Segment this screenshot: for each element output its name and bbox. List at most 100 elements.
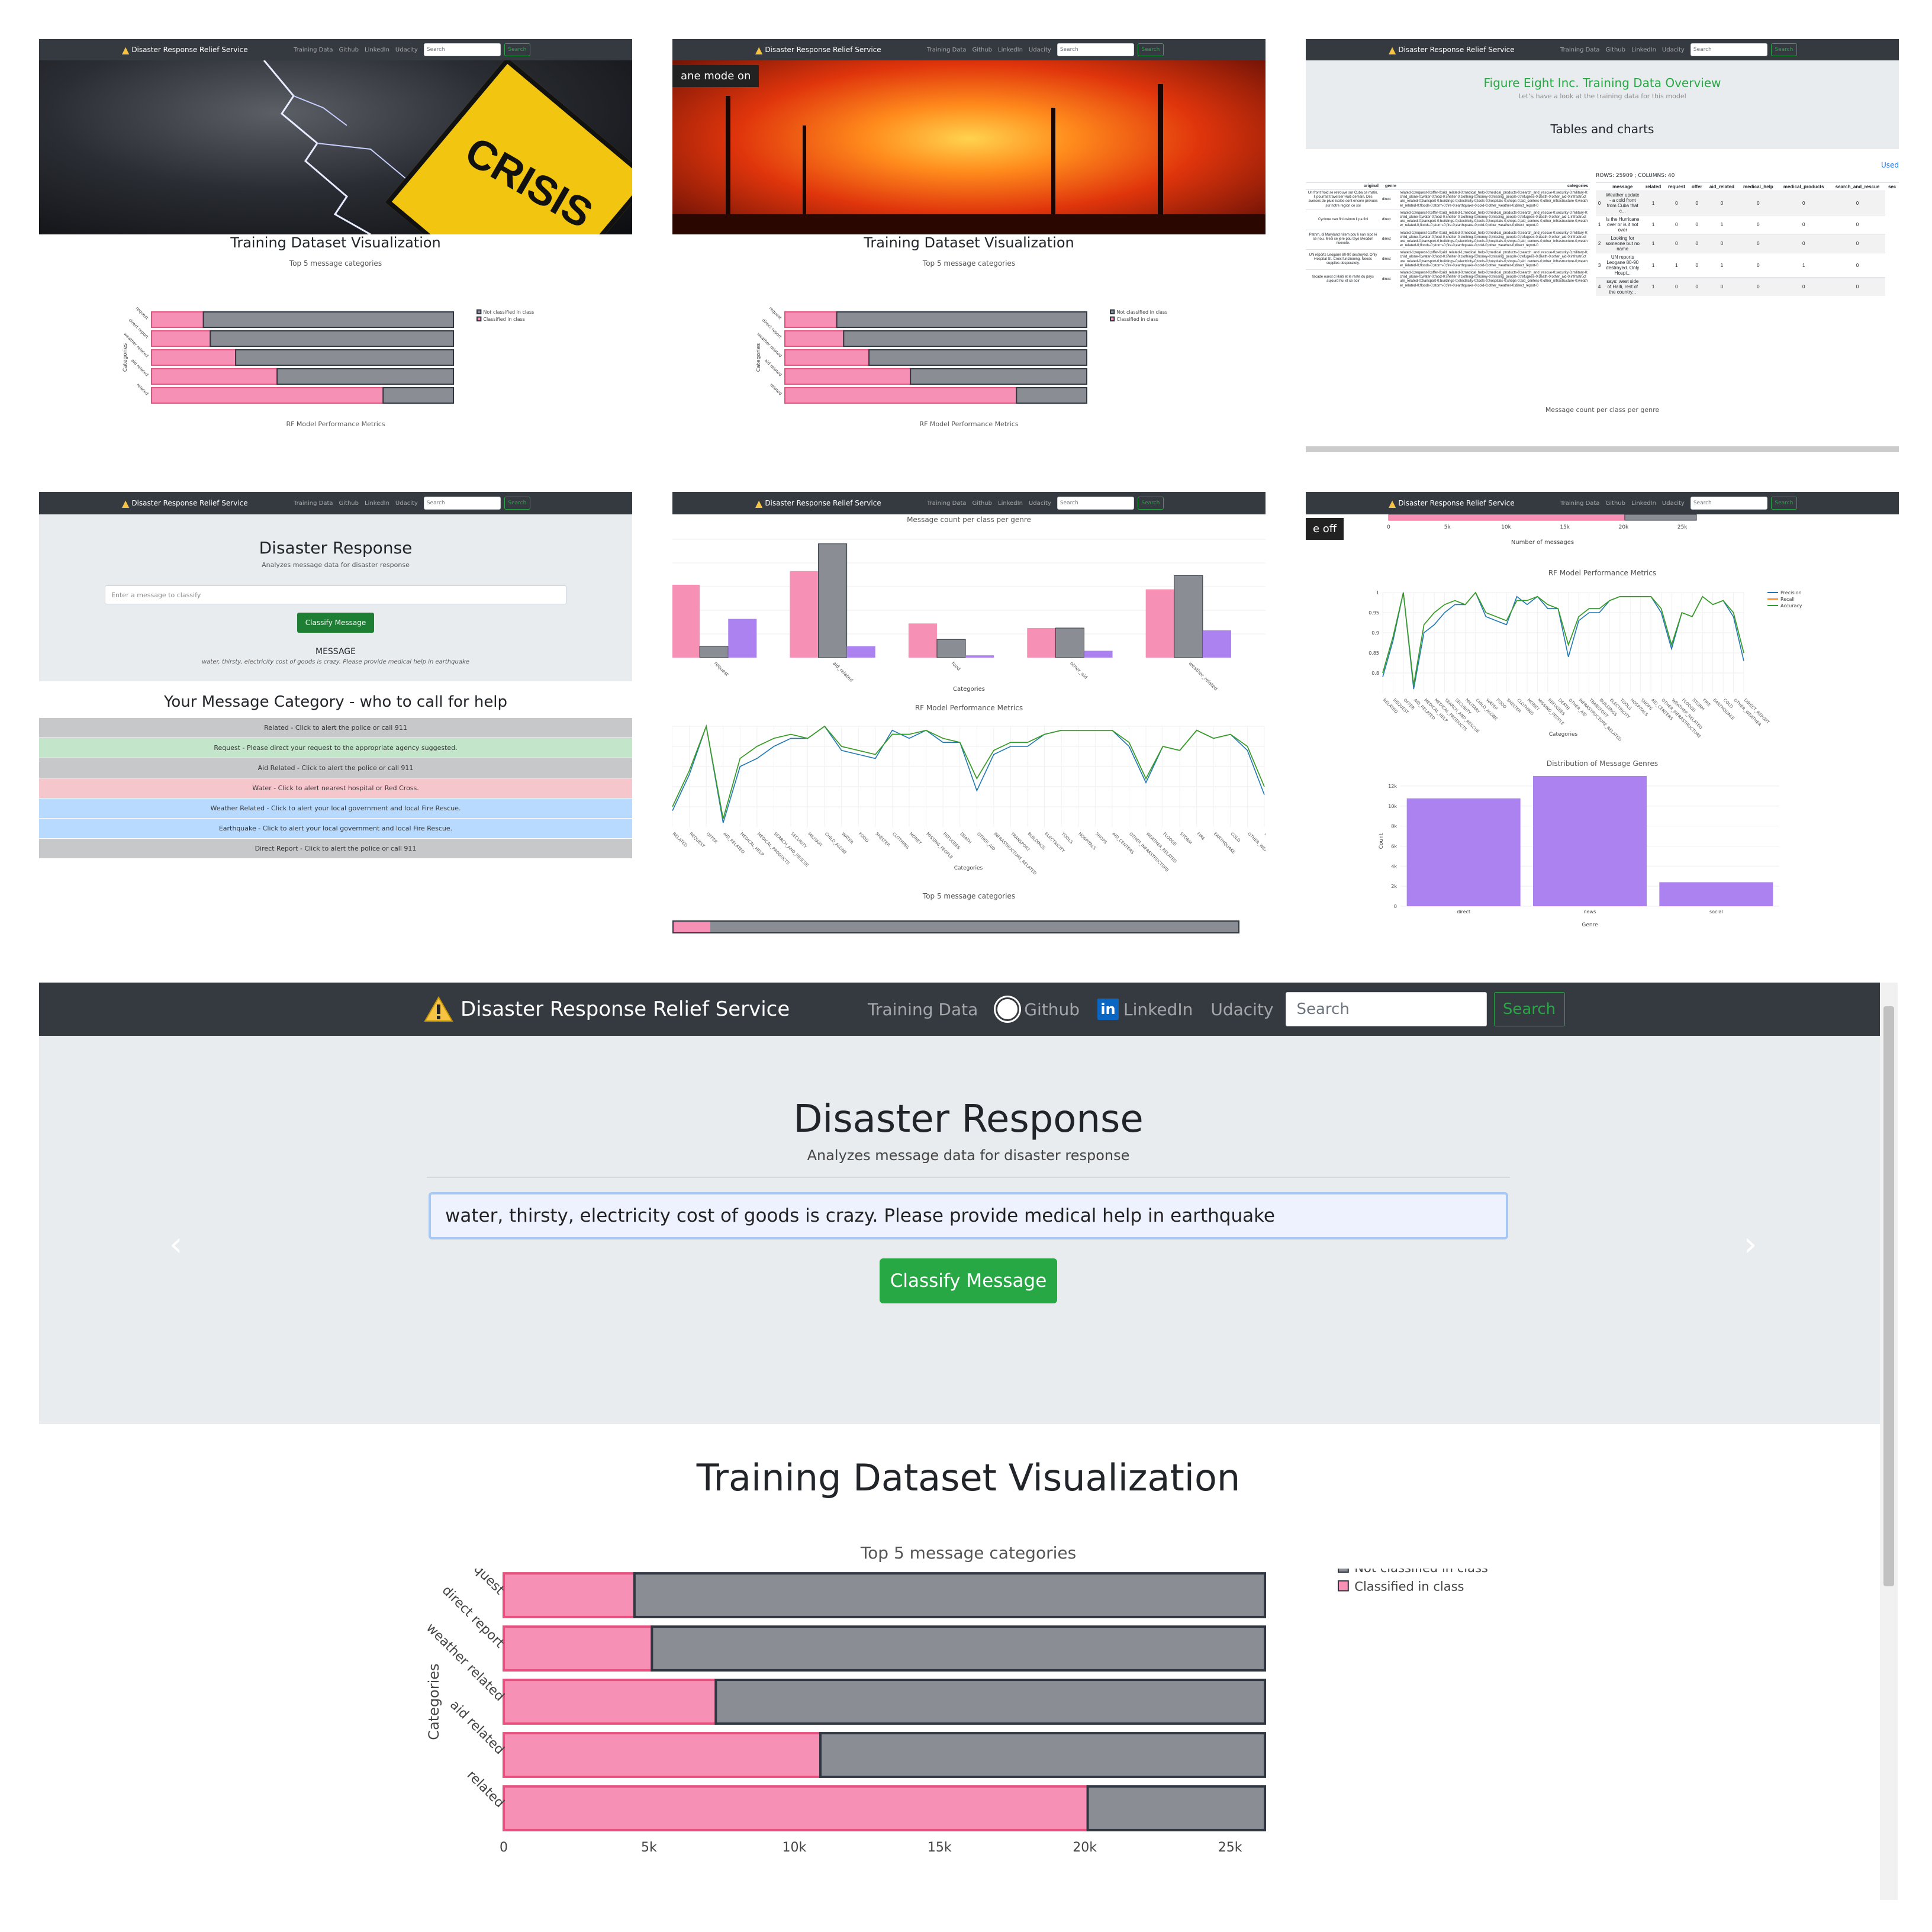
nav-training-data[interactable]: Training Data (294, 47, 333, 53)
bar-classified (151, 368, 278, 385)
navbar-brand[interactable]: ▲ Disaster Response Relief Service (1389, 492, 1515, 514)
search-button[interactable]: Search (1770, 497, 1797, 510)
category-alert-row[interactable]: Request - Please direct your request to … (39, 738, 632, 758)
tables-title: Tables and charts (1550, 122, 1654, 136)
category-alert-row[interactable]: Direct Report - Click to alert the polic… (39, 839, 632, 859)
category-alert-row[interactable]: Weather Related - Click to alert your lo… (39, 798, 632, 819)
nav-linkedin[interactable]: LinkedIn (998, 500, 1023, 507)
search-button[interactable]: Search (1137, 43, 1164, 56)
legend-label: Classified in class (1354, 1580, 1464, 1594)
message-input[interactable]: water, thirsty, electricity cost of good… (429, 1192, 1508, 1239)
nav-github[interactable]: Github (973, 500, 992, 507)
navbar-brand[interactable]: ▲ Disaster Response Relief Service (122, 39, 248, 60)
table-cell: 0 (1778, 277, 1830, 296)
nav-training-data[interactable]: Training Data (927, 47, 967, 53)
nav-udacity[interactable]: Udacity (1029, 500, 1051, 507)
nav-training-data[interactable]: Training Data (927, 500, 967, 507)
nav-linkedin[interactable]: LinkedIn (1631, 47, 1656, 53)
nav-github[interactable]: Github (1606, 47, 1625, 53)
series-line (672, 724, 1265, 823)
horizontal-scrollbar[interactable] (1306, 446, 1899, 452)
nav-training-data[interactable]: Training Data (1560, 500, 1600, 507)
y-tick-label: 6k (1391, 843, 1397, 849)
nav-linkedin[interactable]: LinkedIn (365, 500, 389, 507)
warning-icon: ▲ (755, 44, 763, 56)
search-input[interactable]: Search (1690, 43, 1767, 56)
legend-swatch (1338, 1569, 1349, 1573)
nav-training-data[interactable]: Training Data (1560, 47, 1600, 53)
nav-linkedin[interactable]: in LinkedIn (1097, 999, 1193, 1020)
table-cell: 0 (1664, 191, 1689, 215)
scrollbar-thumb[interactable] (1883, 1006, 1894, 1586)
search-input[interactable]: Search (1285, 992, 1487, 1026)
nav-github[interactable]: Github (996, 997, 1080, 1021)
navbar-brand[interactable]: Disaster Response Relief Service (424, 983, 790, 1036)
search-input[interactable]: Search (1057, 497, 1134, 510)
bar-direct (1145, 589, 1174, 658)
classify-button[interactable]: Classify Message (297, 613, 374, 633)
nav-training-data[interactable]: Training Data (868, 1000, 978, 1019)
nav-github[interactable]: Github (973, 47, 992, 53)
carousel-prev-icon[interactable]: ‹ (169, 1225, 182, 1264)
category-alert-row[interactable]: Related - Click to alert the police or c… (39, 718, 632, 738)
nav-udacity[interactable]: Udacity (395, 47, 418, 53)
used-link[interactable]: Used (1881, 161, 1899, 169)
navbar-brand[interactable]: ▲ Disaster Response Relief Service (1389, 39, 1515, 60)
nav-udacity[interactable]: Udacity (1210, 1000, 1273, 1019)
navbar-brand[interactable]: ▲ Disaster Response Relief Service (755, 39, 881, 60)
search-input[interactable]: Search (1690, 497, 1767, 510)
search-button[interactable]: Search (1770, 43, 1797, 56)
search-input[interactable]: Search (423, 43, 501, 56)
nav-github[interactable]: Github (339, 47, 359, 53)
nav-udacity[interactable]: Udacity (395, 500, 418, 507)
nav-training-data[interactable]: Training Data (294, 500, 333, 507)
carousel-image-fire[interactable]: ane mode on (672, 60, 1266, 234)
nav-github[interactable]: Github (1606, 500, 1625, 507)
message-input[interactable]: Enter a message to classify (105, 585, 566, 604)
carousel-next-icon[interactable]: › (1744, 1225, 1757, 1264)
nav-linkedin[interactable]: LinkedIn (1631, 500, 1656, 507)
hero-jumbotron: Disaster Response Analyzes message data … (39, 1036, 1898, 1424)
series-line (672, 724, 1265, 819)
carousel-image-lightning[interactable]: CRISIS (39, 60, 632, 234)
bar-not-classified (868, 349, 1087, 366)
table-cell: 0 (1829, 277, 1886, 296)
nav-udacity[interactable]: Udacity (1662, 47, 1685, 53)
table-cell: 0 (1688, 215, 1705, 234)
search-button[interactable]: Search (504, 497, 530, 510)
bar-social (1084, 651, 1113, 658)
nav-linkedin[interactable]: LinkedIn (998, 47, 1023, 53)
search-button[interactable]: Search (504, 43, 530, 56)
nav-github[interactable]: Github (339, 500, 359, 507)
search-button[interactable]: Search (1137, 497, 1164, 510)
bar-social (965, 655, 994, 658)
vertical-scrollbar[interactable] (1880, 983, 1898, 1900)
x-tick-label: OTHER_WEATHER (1247, 832, 1266, 861)
x-tick-label: 10k (782, 1840, 806, 1855)
table-cell: 0 (1738, 191, 1778, 215)
bar-classified (784, 330, 845, 347)
category-alert-row[interactable]: Water - Click to alert nearest hospital … (39, 778, 632, 798)
main-browser-view: Disaster Response Relief Service Trainin… (39, 983, 1898, 1900)
x-tick-label: RELATED (672, 832, 688, 848)
category-alert-row[interactable]: Aid Related - Click to alert the police … (39, 758, 632, 778)
search-button[interactable]: Search (1493, 992, 1565, 1026)
search-input[interactable]: Search (1057, 43, 1134, 56)
x-tick-label: aid_related (832, 661, 854, 683)
nav-linkedin[interactable]: LinkedIn (365, 47, 389, 53)
legend-swatch (476, 309, 482, 314)
nav-udacity[interactable]: Udacity (1662, 500, 1685, 507)
navbar-brand[interactable]: ▲ Disaster Response Relief Service (122, 492, 248, 514)
bar-not-classified (276, 368, 454, 385)
carousel-caption: ane mode on (672, 65, 759, 87)
search-input[interactable]: Search (423, 497, 501, 510)
category-alert-row[interactable]: Earthquake - Click to alert your local g… (39, 819, 632, 839)
classify-button[interactable]: Classify Message (880, 1258, 1057, 1303)
category-label: related (136, 382, 149, 396)
bar-classified (784, 368, 912, 385)
category-label: aid related (447, 1698, 507, 1757)
navbar-brand[interactable]: ▲ Disaster Response Relief Service (755, 492, 881, 514)
nav-udacity[interactable]: Udacity (1029, 47, 1051, 53)
x-tick-label: SECURITY (790, 832, 808, 849)
overview-subtitle: Let's have a look at the training data f… (1518, 92, 1686, 100)
